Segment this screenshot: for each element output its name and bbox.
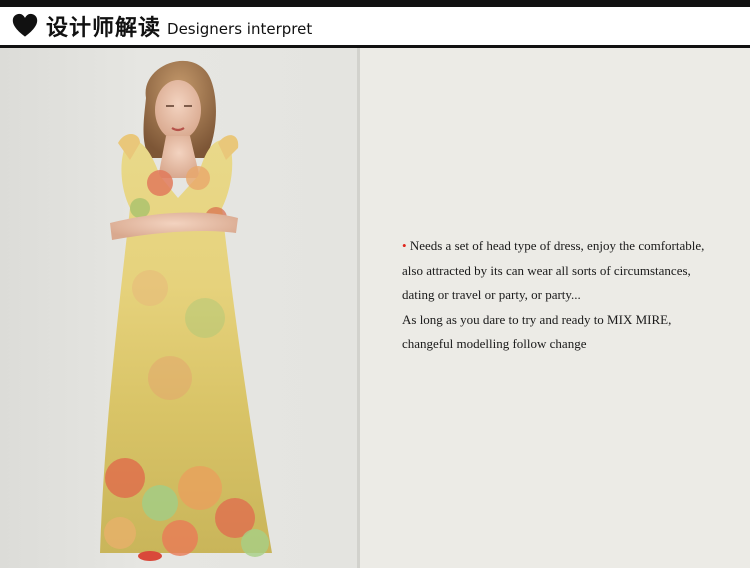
dress-illustration (100, 60, 272, 561)
section-header: 设计师解读 Designers interpret (0, 7, 750, 48)
description-line: dating or travel or party, or party... (402, 287, 581, 302)
description-line: changeful modelling follow change (402, 336, 587, 351)
design-description: • Needs a set of head type of dress, enj… (402, 234, 742, 357)
description-line: • Needs a set of head type of dress, enj… (402, 238, 705, 253)
description-line: also attracted by its can wear all sorts… (402, 262, 691, 278)
section-title-english: Designers interpret (167, 20, 313, 38)
heart-icon (12, 13, 38, 37)
content-area: • Needs a set of head type of dress, enj… (0, 48, 750, 568)
description-line: As long as you dare to try and ready to … (402, 311, 672, 327)
top-bar (0, 0, 750, 7)
model-photo (0, 48, 360, 568)
section-title-chinese: 设计师解读 (46, 15, 162, 41)
bullet-icon: • (402, 238, 407, 253)
photo-edge (357, 48, 360, 568)
